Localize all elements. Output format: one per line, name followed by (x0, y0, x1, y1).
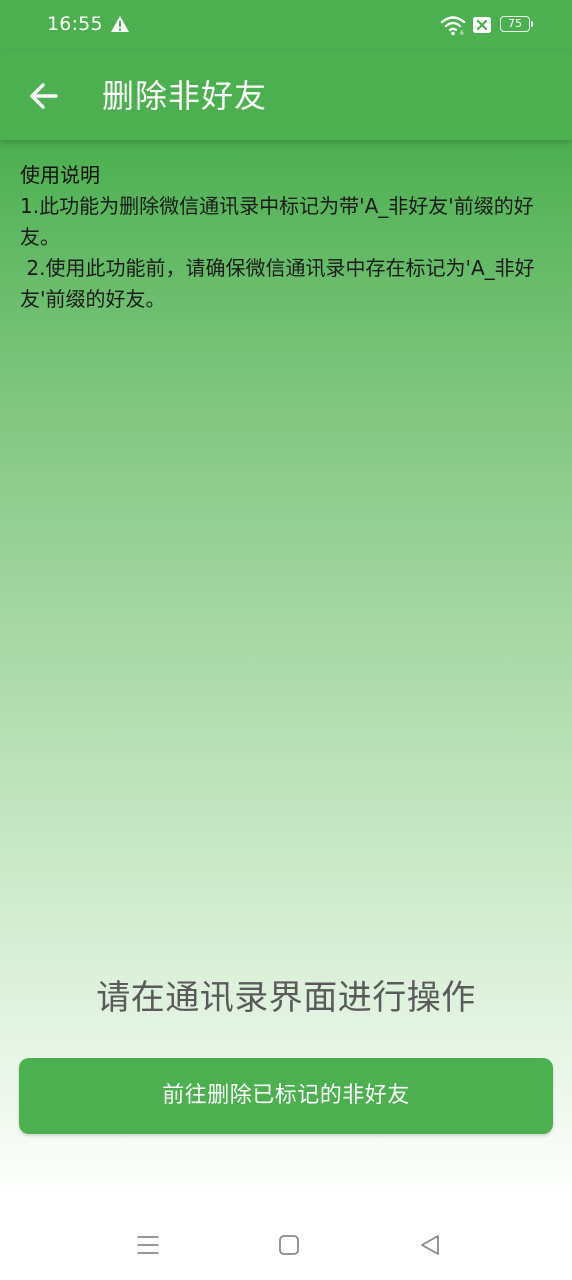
svg-text:6: 6 (460, 30, 464, 36)
battery-level: 75 (508, 17, 522, 30)
home-icon[interactable] (278, 1234, 300, 1256)
arrow-left-icon (30, 83, 58, 109)
wifi-icon: 6 (440, 16, 466, 36)
delete-marked-non-friends-button[interactable]: 前往删除已标记的非好友 (19, 1058, 553, 1134)
back-button[interactable] (22, 74, 66, 118)
instructions-panel: 使用说明 1.此功能为删除微信通讯录中标记为带'A_非好友'前缀的好友。 2.使… (20, 160, 545, 315)
status-bar: 16:55 6 75 (0, 0, 572, 52)
instruction-line-2: 2.使用此功能前，请确保微信通讯录中存在标记为'A_非好友'前缀的好友。 (20, 256, 535, 311)
page-title: 删除非好友 (102, 77, 268, 115)
warning-icon (111, 16, 129, 32)
app-bar: 删除非好友 (0, 52, 572, 140)
battery-icon: 75 (500, 16, 533, 34)
back-triangle-icon[interactable] (418, 1233, 442, 1257)
status-time: 16:55 (47, 13, 103, 35)
sim-card-icon (473, 17, 491, 33)
instruction-line-1: 1.此功能为删除微信通讯录中标记为带'A_非好友'前缀的好友。 (20, 194, 534, 249)
instructions-heading: 使用说明 (20, 163, 100, 187)
menu-icon[interactable] (136, 1234, 160, 1256)
system-nav-bar (0, 1210, 572, 1280)
operation-prompt: 请在通讯录界面进行操作 (96, 978, 476, 1018)
